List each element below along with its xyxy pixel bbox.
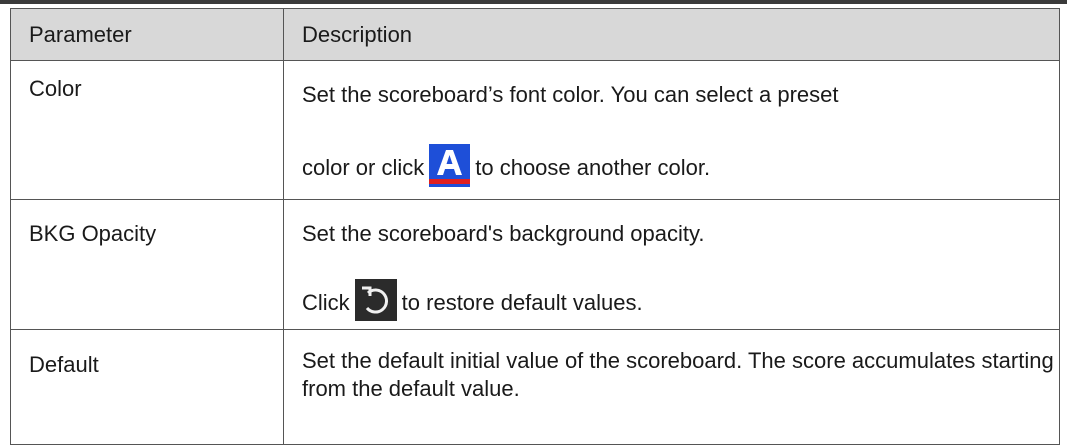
description-text: to restore default values. <box>401 290 643 315</box>
description-text: color or click <box>302 155 425 180</box>
parameter-name: Color <box>10 60 284 200</box>
top-rule <box>0 0 1067 4</box>
restore-default-icon <box>354 279 397 321</box>
table-row: Color Set the scoreboard’s font color. Y… <box>10 60 1060 200</box>
parameter-description: Set the scoreboard’s font color. You can… <box>283 60 1060 200</box>
description-text: to choose another color. <box>475 155 711 180</box>
column-header-parameter: Parameter <box>10 8 284 61</box>
table-header-row: Parameter Description <box>10 8 1060 61</box>
description-text: Click <box>302 290 350 315</box>
description-line: Click to restore default values. <box>302 276 1059 321</box>
parameter-name: Default <box>10 329 284 445</box>
parameter-name: BKG Opacity <box>10 199 284 330</box>
table-row: BKG Opacity Set the scoreboard's backgro… <box>10 199 1060 330</box>
description-line: Set the scoreboard’s font color. You can… <box>302 82 839 107</box>
parameter-description: Set the scoreboard's background opacity.… <box>283 199 1060 330</box>
table-row: Default Set the default initial value of… <box>10 329 1060 445</box>
column-header-description: Description <box>283 8 1060 61</box>
description-line: Set the scoreboard's background opacity. <box>302 221 705 246</box>
font-color-icon <box>429 144 471 187</box>
parameter-table: Parameter Description Color Set the scor… <box>10 8 1060 445</box>
description-line: color or click to choose another color. <box>302 140 1059 187</box>
parameter-description: Set the default initial value of the sco… <box>283 329 1060 445</box>
